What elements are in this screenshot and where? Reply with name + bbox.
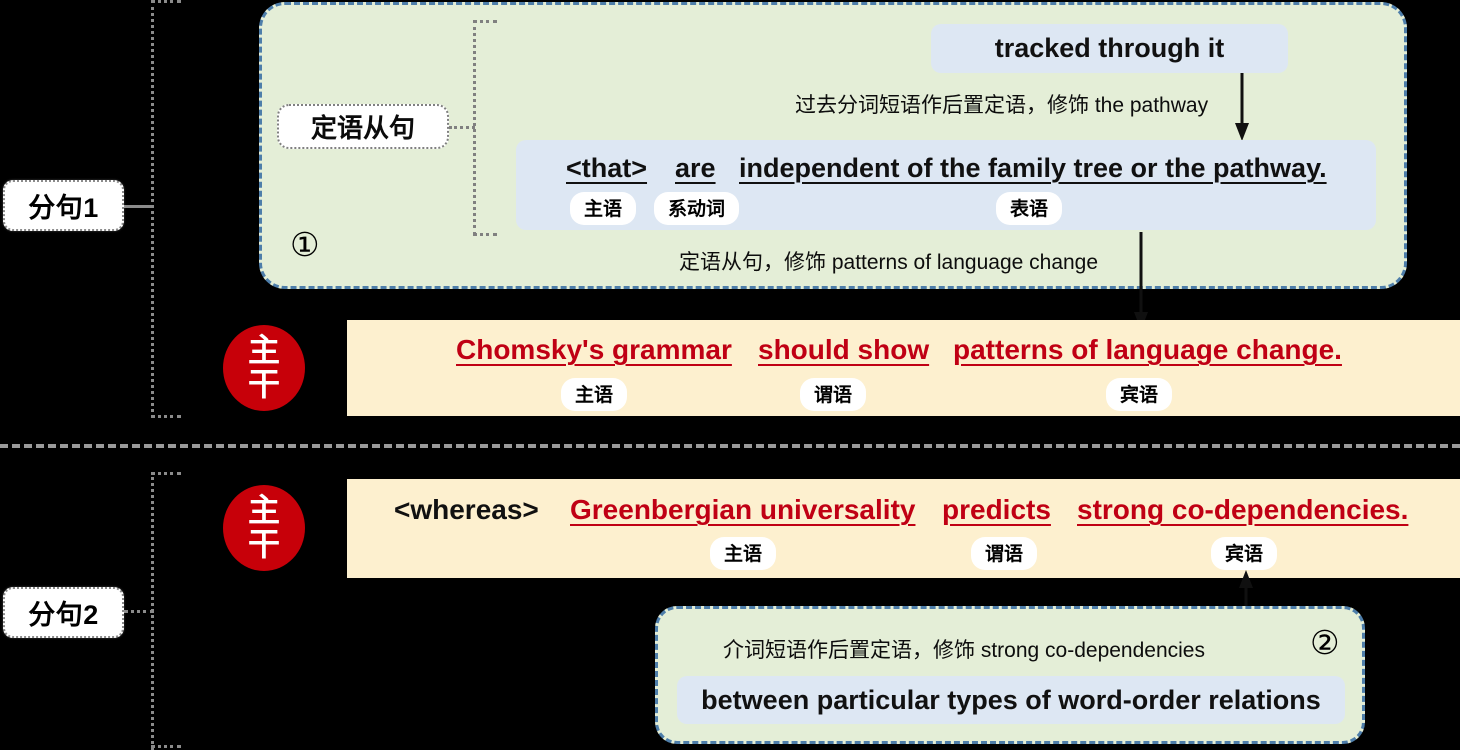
clause2-object: strong co-dependencies. [1077, 494, 1408, 526]
relative-clause-note: 定语从句，修饰 patterns of language change [679, 246, 1098, 276]
prep-phrase-note-text: 介词短语作后置定语，修饰 strong co-dependencies [723, 639, 1205, 662]
clause2-object-text: strong co-dependencies. [1077, 494, 1409, 525]
clause1-trunk-badge-line1: 主 [247, 332, 280, 369]
clause2-bracket-top-stub [151, 472, 181, 475]
section-divider [0, 444, 1460, 448]
clause1-object-text: patterns of language change. [953, 334, 1342, 365]
relative-clause-scope-bottom-stub [473, 233, 497, 236]
clause2-marker: ② [1310, 626, 1340, 659]
clause1-subject: Chomsky's grammar [456, 334, 732, 366]
role-pill-subordinate-subject: 主语 [570, 192, 637, 225]
clause2-connector-text: <whereas> [394, 494, 539, 525]
participle-phrase-note: 过去分词短语作后置定语，修饰 the pathway [795, 89, 1208, 119]
prep-phrase-text: between particular types of word-order r… [701, 684, 1321, 715]
subordinate-linking-verb: are [675, 153, 716, 184]
participle-phrase-note-text: 过去分词短语作后置定语，修饰 the pathway [795, 94, 1209, 117]
clause2-trunk-badge: 主 干 [223, 485, 305, 571]
clause1-predicate-text: should show [758, 334, 930, 365]
role-pill-clause2-object: 宾语 [1211, 537, 1278, 570]
participle-phrase-text: tracked through it [994, 33, 1225, 63]
clause2-label-connector [124, 610, 154, 613]
role-pill-clause2-subject: 主语 [710, 537, 777, 570]
clause2-trunk-badge-line2: 干 [247, 526, 280, 562]
clause2-side-label: 分句2 [3, 587, 124, 638]
relative-clause-arrow [1134, 232, 1148, 330]
role-pill-subordinate-predicative-text: 表语 [1010, 199, 1049, 220]
diagram-canvas: 分句1 定语从句 ① tracked through it 过去分词短语作后置定… [0, 0, 1460, 750]
subordinate-linking-verb-text: are [675, 153, 716, 183]
clause2-predicate: predicts [942, 494, 1051, 526]
subordinate-connector: <that> [566, 153, 647, 184]
clause1-trunk-badge-line2: 干 [247, 366, 280, 402]
clause2-trunk-badge-line1: 主 [247, 492, 280, 529]
prep-phrase-note: 介词短语作后置定语，修饰 strong co-dependencies [723, 634, 1205, 664]
clause1-label-connector [124, 205, 154, 208]
relative-clause-tag-text: 定语从句 [310, 113, 415, 143]
clause1-bracket-bottom-stub [151, 415, 181, 418]
role-pill-clause2-predicate-text: 谓语 [985, 544, 1024, 565]
role-pill-clause1-subject: 主语 [561, 378, 628, 411]
clause1-object: patterns of language change. [953, 334, 1342, 366]
prep-phrase-chip: between particular types of word-order r… [677, 676, 1345, 724]
role-pill-clause1-object: 宾语 [1106, 378, 1173, 411]
role-pill-clause2-predicate: 谓语 [971, 537, 1038, 570]
clause2-subject: Greenbergian universality [570, 494, 915, 526]
subordinate-connector-text: <that> [566, 153, 648, 183]
clause1-trunk-badge: 主 干 [223, 325, 305, 411]
clause2-side-label-text: 分句2 [28, 600, 99, 630]
clause2-connector: <whereas> [394, 494, 539, 526]
clause2-bracket-bottom-stub [151, 745, 181, 748]
participle-phrase-chip: tracked through it [931, 24, 1288, 73]
clause1-side-label: 分句1 [3, 180, 124, 231]
subordinate-predicative-text: independent of the family tree or the pa… [739, 153, 1327, 183]
relative-clause-tag-connector [449, 126, 475, 129]
role-pill-subordinate-predicative: 表语 [996, 192, 1063, 225]
role-pill-clause2-object-text: 宾语 [1225, 544, 1264, 565]
clause2-predicate-text: predicts [942, 494, 1051, 525]
relative-clause-note-text: 定语从句，修饰 patterns of language change [679, 251, 1099, 274]
role-pill-clause1-predicate-text: 谓语 [814, 385, 853, 406]
role-pill-subordinate-linking: 系动词 [654, 192, 740, 225]
relative-clause-tag: 定语从句 [277, 104, 449, 149]
role-pill-clause1-subject-text: 主语 [575, 385, 614, 406]
role-pill-subordinate-linking-text: 系动词 [668, 199, 726, 220]
clause1-subject-text: Chomsky's grammar [456, 334, 732, 365]
clause1-marker-text: ① [290, 226, 320, 263]
relative-clause-scope-top-stub [473, 20, 497, 23]
clause1-bracket-top-stub [151, 0, 181, 3]
role-pill-clause2-subject-text: 主语 [724, 544, 763, 565]
clause2-marker-text: ② [1310, 624, 1340, 661]
clause1-side-label-text: 分句1 [28, 193, 99, 223]
role-pill-clause1-object-text: 宾语 [1120, 385, 1159, 406]
subordinate-predicative: independent of the family tree or the pa… [739, 153, 1327, 184]
relative-clause-scope-bracket [473, 20, 476, 235]
clause1-bracket-line [151, 0, 154, 418]
role-pill-clause1-predicate: 谓语 [800, 378, 867, 411]
clause1-predicate: should show [758, 334, 929, 366]
participle-arrow [1235, 73, 1249, 141]
clause2-subject-text: Greenbergian universality [570, 494, 916, 525]
clause1-marker: ① [290, 228, 320, 261]
role-pill-subordinate-subject-text: 主语 [584, 199, 623, 220]
